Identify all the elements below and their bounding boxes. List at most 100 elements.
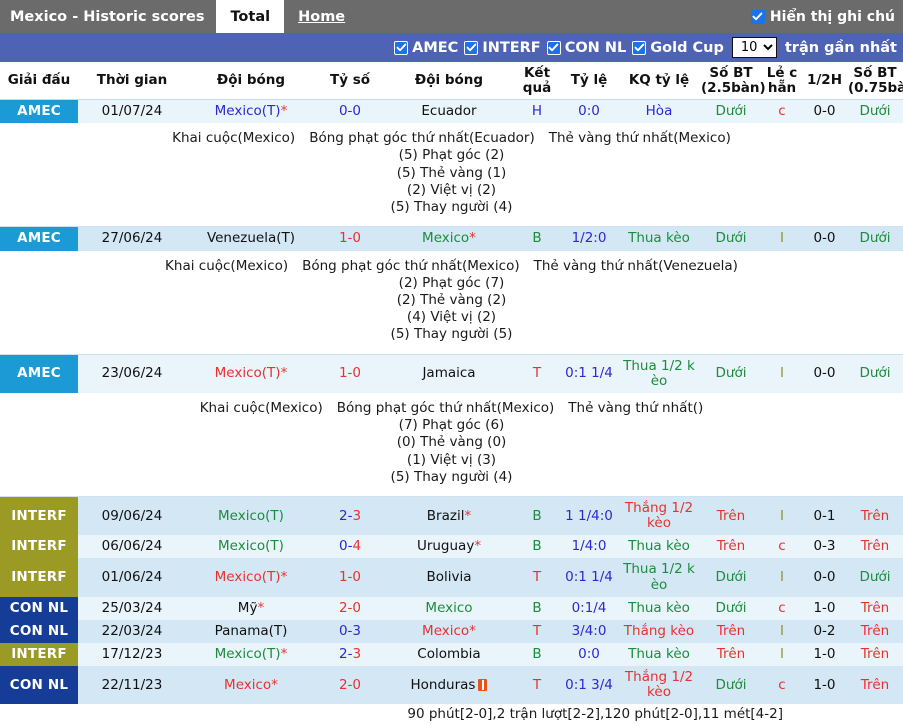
detail-event: Bóng phạt góc thứ nhất(Ecuador)	[309, 130, 535, 147]
result: B	[514, 535, 560, 559]
league-badge[interactable]: INTERF	[0, 496, 78, 536]
detail-stat: (7) Phạt góc (6)	[398, 417, 505, 434]
odd-even: c	[762, 665, 802, 705]
league-badge[interactable]: INTERF	[0, 642, 78, 666]
filter-amec[interactable]: AMEC	[394, 40, 458, 56]
odds-result: Hòa	[618, 99, 700, 124]
away-team: Jamaica	[384, 354, 514, 393]
col-header-half-time: 1/2H	[802, 62, 847, 101]
table-row[interactable]: CON NL 22/11/23 Mexico* 2-0 Honduras T 0:1 3/4…	[0, 665, 903, 705]
result: B	[514, 226, 560, 251]
detail-events: Khai cuộc(Mexico) Bóng phạt góc thứ nhất(…	[1, 399, 902, 416]
match-score: 0-4	[316, 535, 384, 559]
filter-interf-checkbox[interactable]	[464, 40, 479, 55]
half-time-score: 0-1	[802, 496, 847, 536]
odds: 0:1 3/4	[560, 665, 618, 705]
detail-events: Khai cuộc(Mexico) Bóng phạt góc thứ nhất(…	[1, 131, 902, 146]
league-badge[interactable]: AMEC	[0, 99, 78, 124]
odds-result: Thua kèo	[618, 226, 700, 251]
half-time-score: 0-0	[802, 226, 847, 251]
table-row[interactable]: AMEC 23/06/24 Mexico(T)* 1-0 Jamaica T 0:1 1/4…	[0, 354, 903, 393]
table-row[interactable]: AMEC 01/07/24 Mexico(T)* 0-0 Ecuador H 0:0 Hòa D…	[0, 99, 903, 124]
match-score: 0-0	[316, 99, 384, 124]
detail-stat: (2) Phạt góc (7)	[398, 274, 505, 291]
result: T	[514, 354, 560, 393]
filter-gold-cup-checkbox[interactable]	[632, 40, 647, 55]
over-under-25: Trên	[700, 619, 762, 643]
detail-event: Bóng phạt góc thứ nhất(Mexico)	[336, 399, 555, 416]
over-under-25: Dưới	[700, 665, 762, 705]
over-under-25: Trên	[700, 496, 762, 536]
odd-even: l	[762, 558, 802, 597]
odds: 0:0	[560, 99, 618, 124]
show-notes-control[interactable]: Hiển thị ghi chú	[750, 0, 903, 33]
home-team: Venezuela(T)	[186, 226, 316, 251]
match-detail-row: Khai cuộc(Mexico) Bóng phạt góc thứ nhất(…	[0, 392, 903, 498]
over-under-25: Dưới	[700, 354, 762, 393]
detail-stat: (1) Việt vị (3)	[406, 451, 497, 468]
table-row[interactable]: INTERF 09/06/24 Mexico(T) 2-3 Brazil* B 1 1/4:…	[0, 496, 903, 536]
match-date: 09/06/24	[78, 496, 186, 536]
tab-total[interactable]: Total	[216, 0, 285, 33]
match-date: 22/11/23	[78, 665, 186, 705]
away-team: Mexico	[384, 596, 514, 620]
home-team: Mexico(T)	[186, 496, 316, 536]
col-header-away-team: Đội bóng	[384, 62, 514, 101]
filter-interf[interactable]: INTERF	[464, 40, 541, 56]
filter-con-nl-checkbox[interactable]	[546, 40, 561, 55]
odds-result: Thua kèo	[618, 596, 700, 620]
tab-home[interactable]: Home	[284, 0, 359, 33]
filter-gold-cup-label: Gold Cup	[650, 39, 724, 56]
filter-con-nl[interactable]: CON NL	[546, 39, 627, 56]
filter-con-nl-label: CON NL	[564, 39, 627, 56]
detail-stat: (4) Việt vị (2)	[406, 309, 497, 326]
table-row[interactable]: CON NL 25/03/24 Mỹ* 2-0 Mexico B 0:1/4 Thua kèo…	[0, 596, 903, 620]
league-badge[interactable]: CON NL	[0, 665, 78, 705]
league-badge[interactable]: CON NL	[0, 619, 78, 643]
odds-result: Thua kèo	[618, 642, 700, 666]
show-notes-checkbox[interactable]	[750, 9, 765, 24]
match-count-select[interactable]: 10203050	[731, 37, 777, 58]
detail-event: Thẻ vàng thứ nhất()	[568, 399, 704, 416]
league-filter-bar: AMEC INTERF CON NL Gold Cup 10203050 trậ…	[0, 33, 903, 62]
col-header-odd-even: Lẻ c hẵn	[762, 62, 802, 101]
away-team: Uruguay*	[384, 535, 514, 559]
away-team: Colombia	[384, 642, 514, 666]
detail-stat: (2) Việt vị (2)	[406, 181, 497, 198]
match-date: 25/03/24	[78, 596, 186, 620]
detail-stat: (5) Thay người (5)	[390, 326, 513, 343]
league-badge[interactable]: INTERF	[0, 558, 78, 597]
table-row[interactable]: INTERF 06/06/24 Mexico(T) 0-4 Uruguay* B 1/4:0…	[0, 535, 903, 559]
match-date: 22/03/24	[78, 619, 186, 643]
col-header-odds-result: KQ tỷ lệ	[618, 62, 700, 101]
league-badge[interactable]: AMEC	[0, 226, 78, 251]
league-badge[interactable]: INTERF	[0, 535, 78, 559]
match-date: 27/06/24	[78, 226, 186, 251]
odd-even: l	[762, 354, 802, 393]
odds: 3/4:0	[560, 619, 618, 643]
match-detail-row: Khai cuộc(Mexico) Bóng phạt góc thứ nhất(…	[0, 250, 903, 355]
over-under-25: Dưới	[700, 558, 762, 597]
over-under-075: Dưới	[847, 354, 903, 393]
table-row[interactable]: AMEC 27/06/24 Venezuela(T) 1-0 Mexico* B 1/2:0…	[0, 226, 903, 251]
table-header-row: Giải đấu Thời gian Đội bóng Tỷ số Đội bóng Kế…	[0, 62, 903, 101]
half-time-score: 1-0	[802, 596, 847, 620]
filter-amec-checkbox[interactable]	[394, 40, 409, 55]
league-badge[interactable]: CON NL	[0, 596, 78, 620]
match-detail-cell: Khai cuộc(Mexico) Bóng phạt góc thứ nhất(…	[0, 250, 903, 355]
detail-event: Khai cuộc(Mexico)	[172, 130, 296, 147]
over-under-075: Dưới	[847, 558, 903, 597]
odd-even: c	[762, 99, 802, 124]
odds-result: Thua 1/2 k èo	[618, 354, 700, 393]
over-under-075: Trên	[847, 619, 903, 643]
detail-events: Khai cuộc(Mexico) Bóng phạt góc thứ nhất(…	[1, 258, 902, 274]
detail-stat: (0) Thẻ vàng (0)	[396, 434, 507, 451]
table-row[interactable]: INTERF 17/12/23 Mexico(T)* 2-3 Colombia B 0:0 T…	[0, 642, 903, 666]
over-under-25: Dưới	[700, 99, 762, 124]
over-under-075: Trên	[847, 642, 903, 666]
table-row[interactable]: CON NL 22/03/24 Panama(T) 0-3 Mexico* T 3/4:0 T…	[0, 619, 903, 643]
filter-gold-cup[interactable]: Gold Cup	[632, 40, 724, 56]
odd-even: c	[762, 535, 802, 559]
league-badge[interactable]: AMEC	[0, 354, 78, 393]
table-row[interactable]: INTERF 01/06/24 Mexico(T)* 1-0 Bolivia T 0:1 1…	[0, 558, 903, 597]
